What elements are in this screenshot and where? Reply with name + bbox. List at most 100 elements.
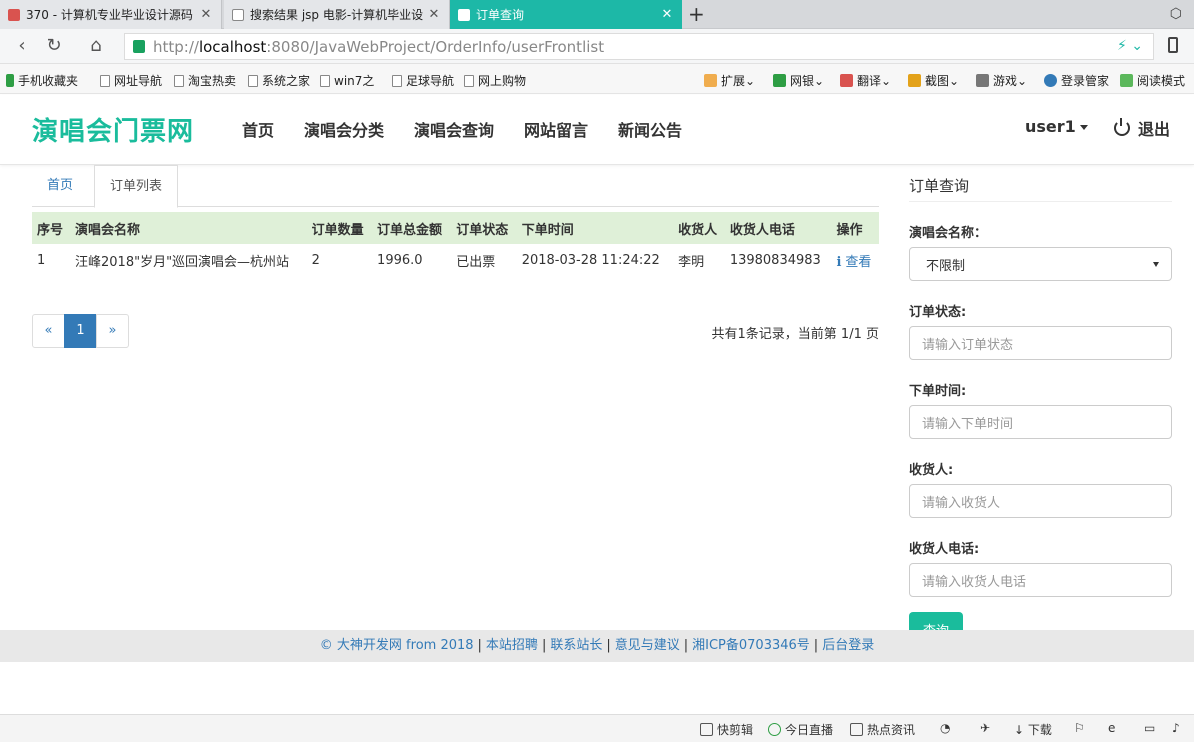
tab-favicon-icon <box>8 8 20 21</box>
footer-copyright[interactable]: © 大神开发网 from 2018 <box>320 638 474 653</box>
site-footer: © 大神开发网 from 2018 | 本站招聘 | 联系站长 | 意见与建议 | 湘ICP备0… <box>0 630 1194 662</box>
browser-tab-1[interactable]: 370 - 计算机专业毕业设计源码 ✕ <box>0 0 222 29</box>
tab-order-list[interactable]: 订单列表 <box>94 165 179 208</box>
address-bar: ‹ ↻ ⌂ http://localhost:8080/JavaWebProje… <box>0 29 1194 64</box>
cell-time: 2018-03-28 11:24:22 <box>521 252 660 268</box>
footer-icp-link[interactable]: 湘ICP备0703346号 <box>692 638 810 653</box>
news-icon <box>850 723 863 736</box>
accelerate-icon[interactable]: ⚡ ⌄ <box>1117 38 1143 54</box>
bookmark-tool[interactable]: 网银 ⌄ <box>773 72 824 89</box>
bookmark-item[interactable]: 网址导航 <box>100 72 162 89</box>
back-icon[interactable]: ‹ <box>12 35 32 56</box>
footer-jobs-link[interactable]: 本站招聘 <box>486 638 538 653</box>
hot-news-button[interactable]: 热点资讯 <box>850 721 915 738</box>
bookmark-tool[interactable]: 截图 ⌄ <box>908 72 959 89</box>
order-status-input[interactable]: 请输入订单状态 <box>909 326 1172 360</box>
nav-home[interactable]: 首页 <box>242 117 274 141</box>
new-tab-icon[interactable]: + <box>688 2 705 26</box>
home-icon[interactable]: ⌂ <box>86 35 106 56</box>
order-time-label: 下单时间: <box>909 384 967 399</box>
logout-button[interactable]: 退出 <box>1114 116 1170 140</box>
flag-icon[interactable]: ⚐ <box>1074 721 1085 735</box>
receiver-phone-label: 收货人电话: <box>909 542 980 557</box>
footer-contact-link[interactable]: 联系站长 <box>550 638 602 653</box>
bookmark-tool[interactable]: 扩展 ⌄ <box>704 72 755 89</box>
col-amount: 订单总金额 <box>372 212 452 244</box>
quick-clip-button[interactable]: 快剪辑 <box>700 721 753 738</box>
nav-news[interactable]: 新闻公告 <box>618 117 682 141</box>
order-time-input[interactable]: 请输入下单时间 <box>909 405 1172 439</box>
cell-phone: 13980834983 <box>729 252 821 268</box>
site-logo[interactable]: 演唱会门票网 <box>32 111 194 148</box>
info-icon: i <box>836 254 842 270</box>
close-tab-icon[interactable]: ✕ <box>660 7 674 22</box>
bookmark-tool[interactable]: 翻译 ⌄ <box>840 72 891 89</box>
key-icon <box>1044 74 1057 87</box>
tools-icon[interactable]: ✈ <box>980 721 990 735</box>
tab-title: 订单查询 <box>476 8 525 22</box>
close-tab-icon[interactable]: ✕ <box>199 7 213 22</box>
ie-icon[interactable]: e <box>1108 721 1115 735</box>
bookmark-item[interactable]: 系统之家 <box>248 72 310 89</box>
read-mode-icon <box>1120 74 1133 87</box>
cell-action: i 查看 <box>831 244 879 276</box>
nav-guestbook[interactable]: 网站留言 <box>524 117 588 141</box>
next-page-button[interactable]: » <box>96 314 129 348</box>
site-header: 演唱会门票网 首页 演唱会分类 演唱会查询 网站留言 新闻公告 user1 退出 <box>0 95 1194 165</box>
skin-icon[interactable]: ⬡ <box>1170 6 1182 22</box>
speed-icon[interactable]: ◔ <box>940 721 950 735</box>
url-scheme: http:// <box>153 37 199 56</box>
page-icon <box>464 74 474 87</box>
view-order-link[interactable]: i 查看 <box>836 255 871 270</box>
browser-tab-active[interactable]: 订单查询 ✕ <box>450 0 682 29</box>
extension-icon <box>704 74 717 87</box>
tab-home[interactable]: 首页 <box>32 165 88 207</box>
bookmark-item[interactable]: 网上购物 <box>464 72 526 89</box>
receiver-phone-input[interactable]: 请输入收货人电话 <box>909 563 1172 597</box>
close-tab-icon[interactable]: ✕ <box>427 7 441 22</box>
pagination: « 1 » <box>32 314 129 348</box>
screenshot-icon <box>908 74 921 87</box>
volume-icon[interactable]: ♪ <box>1172 721 1180 735</box>
content-tabs: 首页 订单列表 <box>32 165 879 208</box>
table-header-row: 序号 演唱会名称 订单数量 订单总金额 订单状态 下单时间 收货人 收货人电话 … <box>32 212 879 244</box>
bookmark-tool[interactable]: 阅读模式 <box>1120 72 1185 89</box>
bookmark-item[interactable]: 手机收藏夹 <box>6 72 78 89</box>
play-icon <box>768 723 781 736</box>
reload-icon[interactable]: ↻ <box>44 35 64 56</box>
bank-icon <box>773 74 786 87</box>
bookmark-item[interactable]: win7之 <box>320 72 374 89</box>
page-button-current[interactable]: 1 <box>64 314 97 348</box>
browser-tab-strip: 370 - 计算机专业毕业设计源码 ✕ 搜索结果 jsp 电影-计算机毕业设 ✕… <box>0 0 1194 29</box>
bookmark-tool[interactable]: 登录管家 <box>1044 72 1109 89</box>
download-icon: ↓ <box>1014 722 1025 737</box>
live-button[interactable]: 今日直播 <box>768 721 833 738</box>
tab-title: 370 - 计算机专业毕业设计源码 <box>26 8 193 22</box>
footer-feedback-link[interactable]: 意见与建议 <box>615 638 680 653</box>
prev-page-button[interactable]: « <box>32 314 65 348</box>
download-button[interactable]: ↓ 下载 <box>1014 721 1052 738</box>
col-receiver: 收货人 <box>673 212 725 244</box>
concert-name-label: 演唱会名称： <box>909 226 988 241</box>
bookmark-item[interactable]: 淘宝热卖 <box>174 72 236 89</box>
nav-concert-category[interactable]: 演唱会分类 <box>304 117 384 141</box>
table-row: 1 汪峰2018"岁月"巡回演唱会—杭州站 2 1996.0 已出票 2018-… <box>32 244 879 276</box>
concert-name-select[interactable]: 不限制 <box>909 247 1172 281</box>
receiver-label: 收货人: <box>909 463 954 478</box>
window-icon[interactable]: ▭ <box>1144 721 1155 735</box>
phone-icon[interactable] <box>1168 37 1178 53</box>
bookmark-item[interactable]: 足球导航 <box>392 72 454 89</box>
receiver-input[interactable]: 请输入收货人 <box>909 484 1172 518</box>
panel-title: 订单查询 <box>909 165 1172 202</box>
cell-no: 1 <box>37 252 46 268</box>
nav-concert-search[interactable]: 演唱会查询 <box>414 117 494 141</box>
url-input[interactable]: http://localhost:8080/JavaWebProject/Ord… <box>124 33 1154 60</box>
footer-admin-login-link[interactable]: 后台登录 <box>822 638 874 653</box>
username: user1 <box>1025 117 1076 136</box>
cell-amount: 1996.0 <box>377 252 423 268</box>
cell-concert: 汪峰2018"岁月"巡回演唱会—杭州站 <box>75 254 290 270</box>
user-menu[interactable]: user1 <box>1025 117 1088 136</box>
page-icon <box>458 8 470 21</box>
browser-tab-2[interactable]: 搜索结果 jsp 电影-计算机毕业设 ✕ <box>224 0 450 29</box>
bookmark-tool[interactable]: 游戏 ⌄ <box>976 72 1027 89</box>
